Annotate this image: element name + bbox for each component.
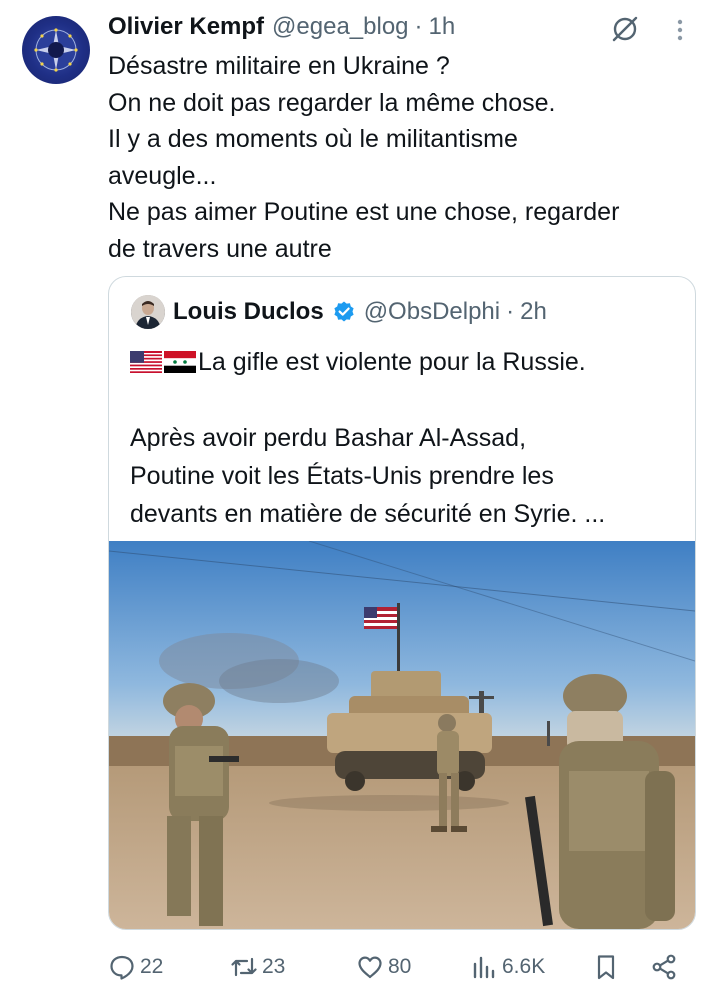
quote-line: Après avoir perdu Bashar Al-Assad,	[130, 424, 527, 452]
like-icon	[358, 956, 382, 979]
reply-count: 22	[140, 955, 164, 978]
grok-icon[interactable]	[610, 14, 640, 44]
more-icon[interactable]	[670, 18, 690, 42]
quote-line: devants en matière de sécurité en Syrie.…	[130, 500, 606, 528]
author-handle[interactable]: @egea_blog	[272, 13, 408, 41]
tweet-line: aveugle...	[108, 161, 217, 190]
separator-dot: ·	[414, 13, 423, 40]
author-name[interactable]: Olivier Kempf	[108, 13, 264, 41]
tweet-line: Désastre militaire en Ukraine ?	[108, 52, 450, 80]
quote-headline: La gifle est violente pour la Russie.	[198, 348, 586, 376]
tweet-text: Désastre militaire en Ukraine ? On ne do…	[108, 48, 708, 267]
person-portrait-icon	[131, 295, 165, 329]
share-icon	[652, 954, 676, 980]
syria-flag-icon	[164, 351, 196, 373]
tweet-line: de travers une autre	[108, 234, 332, 263]
bookmark-button[interactable]	[592, 950, 624, 984]
quote-author-name[interactable]: Louis Duclos	[173, 298, 324, 326]
repost-icon	[231, 957, 257, 977]
share-button[interactable]	[650, 950, 682, 984]
reply-button[interactable]: 22	[108, 950, 163, 984]
soldiers-photo-illustration	[109, 541, 695, 929]
tweet-line: Il y a des moments où le militantisme	[108, 125, 518, 153]
like-count: 80	[388, 955, 412, 978]
quote-text: La gifle est violente pour la Russie. Ap…	[130, 343, 690, 533]
author-avatar[interactable]	[22, 16, 90, 84]
tweet-header: Olivier Kempf @egea_blog · 1h	[108, 11, 455, 43]
quote-header: Louis Duclos @ObsDelphi · 2h	[173, 296, 547, 328]
quote-line: Poutine voit les États-Unis prendre les	[130, 462, 554, 490]
action-bar: 22 23 80 6.6K	[108, 950, 688, 984]
quote-photo[interactable]	[109, 541, 695, 929]
views-count: 6.6K	[502, 955, 546, 978]
like-button[interactable]: 80	[356, 950, 411, 984]
repost-button[interactable]: 23	[230, 950, 285, 984]
quote-author-avatar[interactable]	[131, 295, 165, 329]
us-flag-icon	[130, 351, 162, 373]
verified-badge-icon	[334, 301, 354, 322]
quote-author-handle[interactable]: @ObsDelphi	[364, 298, 500, 326]
reply-icon	[110, 955, 134, 980]
avatar-emblem-icon	[34, 28, 78, 72]
tweet-time[interactable]: 1h	[429, 13, 456, 41]
separator-dot: ·	[506, 298, 515, 325]
tweet-line: On ne doit pas regarder la même chose.	[108, 88, 556, 117]
tweet-line: Ne pas aimer Poutine est une chose, rega…	[108, 198, 620, 226]
quote-first-line: La gifle est violente pour la Russie.	[130, 343, 690, 381]
bookmark-icon	[597, 955, 615, 980]
quote-time[interactable]: 2h	[520, 298, 547, 326]
views-button[interactable]: 6.6K	[470, 950, 545, 984]
repost-count: 23	[262, 955, 286, 978]
quoted-tweet[interactable]: Louis Duclos @ObsDelphi · 2h La gifle es…	[108, 276, 696, 930]
views-icon	[473, 956, 495, 979]
